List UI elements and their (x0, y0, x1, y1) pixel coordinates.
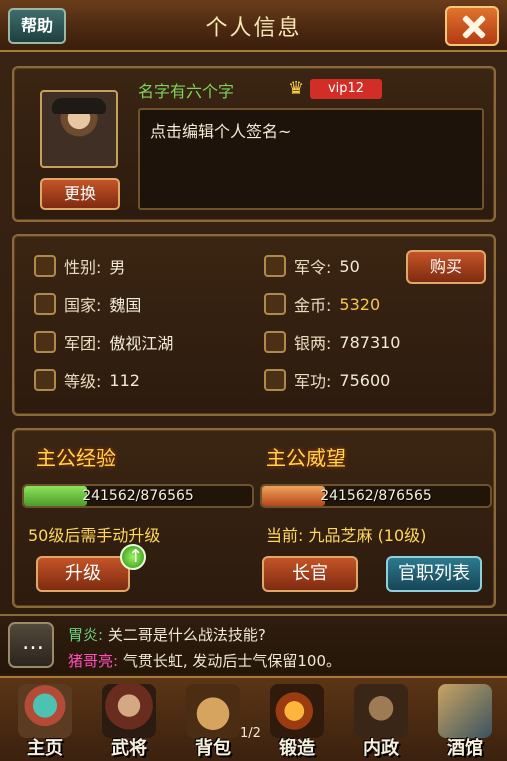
vip-label: vip12 (310, 79, 382, 99)
nav-generals-label: 武将 (111, 738, 147, 759)
nav-home-label: 主页 (27, 738, 63, 759)
nav-page-indicator: 1/2 (240, 726, 261, 741)
current-rank-text: 当前: 九品芝麻 (10级) (266, 526, 427, 545)
nav-generals[interactable]: 武将 (88, 678, 170, 761)
progress-panel: 主公经验 主公威望 241562/876565 241562/876565 50… (12, 428, 496, 608)
exp-bar: 241562/876565 (22, 484, 254, 508)
level-row: 等级: 112 (34, 366, 140, 394)
internal-affairs-icon (354, 684, 408, 738)
chat-text-1: 关二哥是什么战法技能? (107, 626, 266, 644)
order-icon (264, 255, 286, 277)
chat-name-2: 猪哥亮: (68, 652, 119, 670)
signature-input[interactable]: 点击编辑个人签名~ (138, 108, 484, 210)
country-icon (34, 293, 56, 315)
officer-button[interactable]: 长官 (262, 556, 358, 592)
prestige-title: 主公威望 (266, 446, 346, 470)
upgrade-arrow-icon (120, 544, 146, 570)
gold-label: 金币: (294, 296, 332, 315)
nav-forge-label: 锻造 (279, 738, 315, 759)
home-icon (18, 684, 72, 738)
military-order-label: 军令: (294, 258, 332, 277)
player-name: 名字有六个字 (138, 82, 235, 101)
exp-title: 主公经验 (36, 446, 116, 470)
bottom-nav: 主页 武将 背包 锻造 内政 酒馆 (0, 676, 507, 761)
silver-value: 787310 (339, 332, 401, 352)
level-label: 等级: (64, 372, 102, 391)
exp-bar-text: 241562/876565 (82, 488, 194, 504)
forge-icon (270, 684, 324, 738)
legion-row: 军团: 傲视江湖 (34, 328, 173, 356)
page-title: 个人信息 (205, 16, 302, 41)
legion-icon (34, 331, 56, 353)
merit-row: 军功: 75600 (264, 366, 390, 394)
chat-name-1: 胃炎: (68, 626, 104, 644)
close-icon[interactable] (445, 6, 499, 46)
country-value: 魏国 (109, 296, 142, 315)
silver-label: 银两: (294, 334, 332, 353)
change-avatar-button[interactable]: 更换 (40, 178, 120, 210)
gold-row: 金币: 5320 (264, 290, 380, 318)
military-order-row: 军令: 50 (264, 252, 360, 280)
prestige-bar: 241562/876565 (260, 484, 492, 508)
game-window: 帮助 个人信息 更换 名字有六个字 ♛ vip12 点击编辑个人签名~ 性别: … (0, 0, 507, 761)
nav-internal[interactable]: 内政 (340, 678, 422, 761)
nav-tavern-label: 酒馆 (447, 738, 483, 759)
chat-line-2: 猪哥亮: 气贯长虹, 发动后士气保留100。 (68, 650, 341, 671)
gender-value: 男 (109, 258, 126, 277)
nav-home[interactable]: 主页 (4, 678, 86, 761)
buy-button[interactable]: 购买 (406, 250, 486, 284)
bag-icon (186, 684, 240, 738)
military-order-value: 50 (339, 256, 360, 276)
prestige-bar-text: 241562/876565 (320, 488, 432, 504)
chat-line-1: 胃炎: 关二哥是什么战法技能? (68, 624, 266, 645)
profile-panel: 更换 名字有六个字 ♛ vip12 点击编辑个人签名~ (12, 66, 496, 222)
chat-icon[interactable] (8, 622, 54, 668)
gender-row: 性别: 男 (34, 252, 125, 280)
chat-text-2: 气贯长虹, 发动后士气保留100。 (122, 652, 342, 670)
country-row: 国家: 魏国 (34, 290, 141, 318)
silver-row: 银两: 787310 (264, 328, 400, 356)
legion-value: 傲视江湖 (109, 334, 174, 353)
rank-list-button[interactable]: 官职列表 (386, 556, 482, 592)
vip-badge: ♛ vip12 (288, 76, 384, 102)
nav-bag[interactable]: 背包 (172, 678, 254, 761)
gold-value: 5320 (339, 294, 381, 314)
header-bar: 帮助 个人信息 (0, 0, 507, 52)
manual-upgrade-note: 50级后需手动升级 (28, 526, 161, 545)
gender-label: 性别: (64, 258, 102, 277)
avatar[interactable] (40, 90, 118, 168)
country-label: 国家: (64, 296, 102, 315)
upgrade-button[interactable]: 升级 (36, 556, 130, 592)
nav-tavern[interactable]: 酒馆 (424, 678, 506, 761)
merit-label: 军功: (294, 372, 332, 391)
general-icon (102, 684, 156, 738)
crown-icon: ♛ (288, 78, 305, 99)
merit-value: 75600 (339, 370, 391, 390)
gender-icon (34, 255, 56, 277)
merit-icon (264, 369, 286, 391)
star-icon (34, 369, 56, 391)
nav-internal-label: 内政 (363, 738, 399, 759)
silver-icon (264, 331, 286, 353)
tavern-icon (438, 684, 492, 738)
level-value: 112 (109, 370, 140, 390)
signature-placeholder: 点击编辑个人签名~ (150, 122, 292, 141)
legion-label: 军团: (64, 334, 102, 353)
chat-panel: 胃炎: 关二哥是什么战法技能? 猪哥亮: 气贯长虹, 发动后士气保留100。 (0, 614, 507, 674)
gold-icon (264, 293, 286, 315)
nav-forge[interactable]: 锻造 (256, 678, 338, 761)
info-panel: 性别: 男 国家: 魏国 军团: 傲视江湖 等级: 112 军令: 50 购买 … (12, 234, 496, 416)
